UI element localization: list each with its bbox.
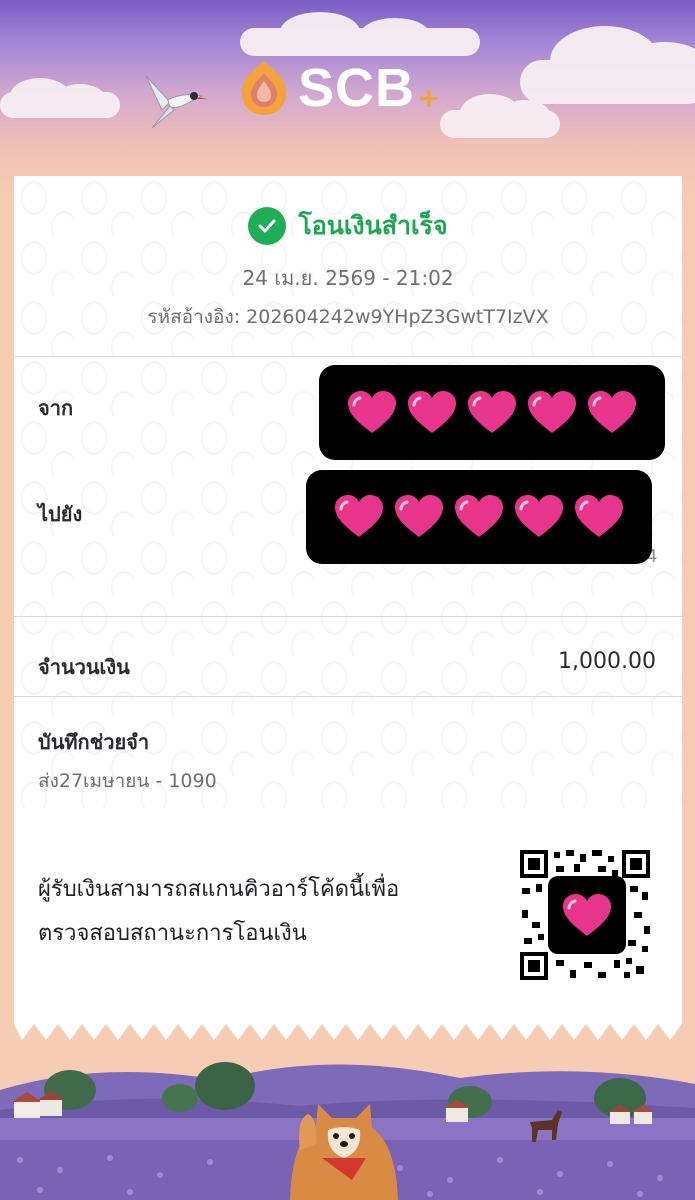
qr-caption: ผู้รับเงินสามารถสแกนคิวอาร์โค้ดนี้เพื่อ … xyxy=(38,868,458,956)
cloud-decoration xyxy=(440,94,560,138)
receipt-tear-edge xyxy=(14,1018,682,1040)
qr-caption-line: ผู้รับเงินสามารถสแกนคิวอาร์โค้ดนี้เพื่อ xyxy=(38,877,400,902)
transaction-datetime: 24 เม.ย. 2569 - 21:02 xyxy=(242,266,454,290)
qr-section: ผู้รับเงินสามารถสแกนคิวอาร์โค้ดนี้เพื่อ … xyxy=(14,808,682,1021)
receipt-card: โอนเงินสำเร็จ 24 เม.ย. 2569 - 21:02 รหัส… xyxy=(14,176,682,1021)
brand-name: SCB xyxy=(298,58,416,118)
heart-emoji-icon xyxy=(528,390,576,433)
cloud-decoration xyxy=(520,26,695,104)
check-circle-icon xyxy=(248,207,287,245)
heart-emoji-icon xyxy=(515,495,563,537)
divider xyxy=(14,356,682,357)
status-row: โอนเงินสำเร็จ xyxy=(14,206,682,246)
cloud-decoration xyxy=(240,12,480,56)
heart-emoji-icon xyxy=(455,495,503,537)
to-label: ไปยัง xyxy=(38,502,83,526)
memo-value: ส่ง27เมษายน - 1090 xyxy=(38,770,217,792)
memo-label: บันทึกช่วยจำ xyxy=(38,730,150,754)
heart-emoji-icon xyxy=(588,390,636,433)
cloud-decoration xyxy=(0,78,120,118)
scb-logo-icon xyxy=(242,61,286,115)
amount-label: จำนวนเงิน xyxy=(38,655,130,679)
heart-emoji-icon xyxy=(395,495,443,537)
heart-emoji-icon xyxy=(408,390,456,433)
header-banner: SCB + xyxy=(0,0,695,200)
from-label: จาก xyxy=(38,396,74,420)
qr-code-icon[interactable] xyxy=(518,848,652,982)
heart-emoji-icon xyxy=(575,495,623,537)
heart-emoji-icon xyxy=(348,390,396,433)
scb-logo: SCB + xyxy=(236,58,440,118)
brand-plus: + xyxy=(417,80,441,114)
heart-emoji-icon xyxy=(468,390,516,433)
landscape-illustration xyxy=(0,1040,695,1200)
amount-value: 1,000.00 xyxy=(558,649,656,674)
to-account-redaction xyxy=(306,470,652,564)
from-account-redaction xyxy=(319,365,665,460)
divider xyxy=(14,696,682,697)
reference-number[interactable]: รหัสอ้างอิง: 202604242w9YHpZ3GwtT7IzVX xyxy=(14,302,682,332)
heart-emoji-icon xyxy=(335,495,383,537)
bird-icon xyxy=(145,75,208,129)
divider xyxy=(14,616,682,617)
qr-caption-line: ตรวจสอบสถานะการโอนเงิน xyxy=(38,921,307,946)
status-text: โอนเงินสำเร็จ xyxy=(298,211,448,240)
